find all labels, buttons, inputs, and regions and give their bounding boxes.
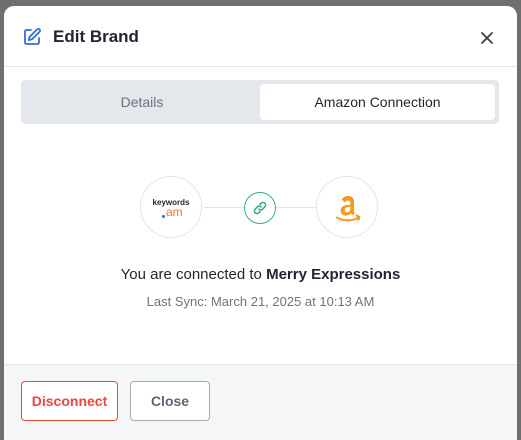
edit-icon xyxy=(24,27,41,45)
keywords-am-logo: keywords am xyxy=(140,176,202,238)
keywords-logo-dot xyxy=(162,215,165,218)
link-status-badge xyxy=(244,192,276,224)
tab-bar: Details Amazon Connection xyxy=(21,80,499,124)
close-button[interactable]: Close xyxy=(130,381,210,421)
link-icon xyxy=(253,201,267,215)
connected-brand-name: Merry Expressions xyxy=(266,266,401,283)
keywords-logo-suffix: am xyxy=(166,205,183,219)
modal-title: Edit Brand xyxy=(53,27,139,46)
connection-graphic: keywords am xyxy=(4,174,517,242)
modal-footer: Disconnect Close xyxy=(4,364,517,440)
last-sync-text: Last Sync: March 21, 2025 at 10:13 AM xyxy=(146,294,375,309)
tab-details[interactable]: Details xyxy=(25,84,259,120)
close-icon[interactable] xyxy=(476,27,498,49)
amazon-logo xyxy=(316,176,378,238)
disconnect-button[interactable]: Disconnect xyxy=(21,381,118,421)
modal-header: Edit Brand xyxy=(4,6,517,67)
tab-amazon-connection[interactable]: Amazon Connection xyxy=(260,84,495,120)
edit-brand-modal: Edit Brand Details Amazon Connection key… xyxy=(4,6,517,440)
amazon-logo-icon xyxy=(336,196,361,222)
connection-status-prefix: You are connected to xyxy=(120,266,267,283)
connection-status-text: You are connected to Merry Expressions xyxy=(4,265,517,285)
